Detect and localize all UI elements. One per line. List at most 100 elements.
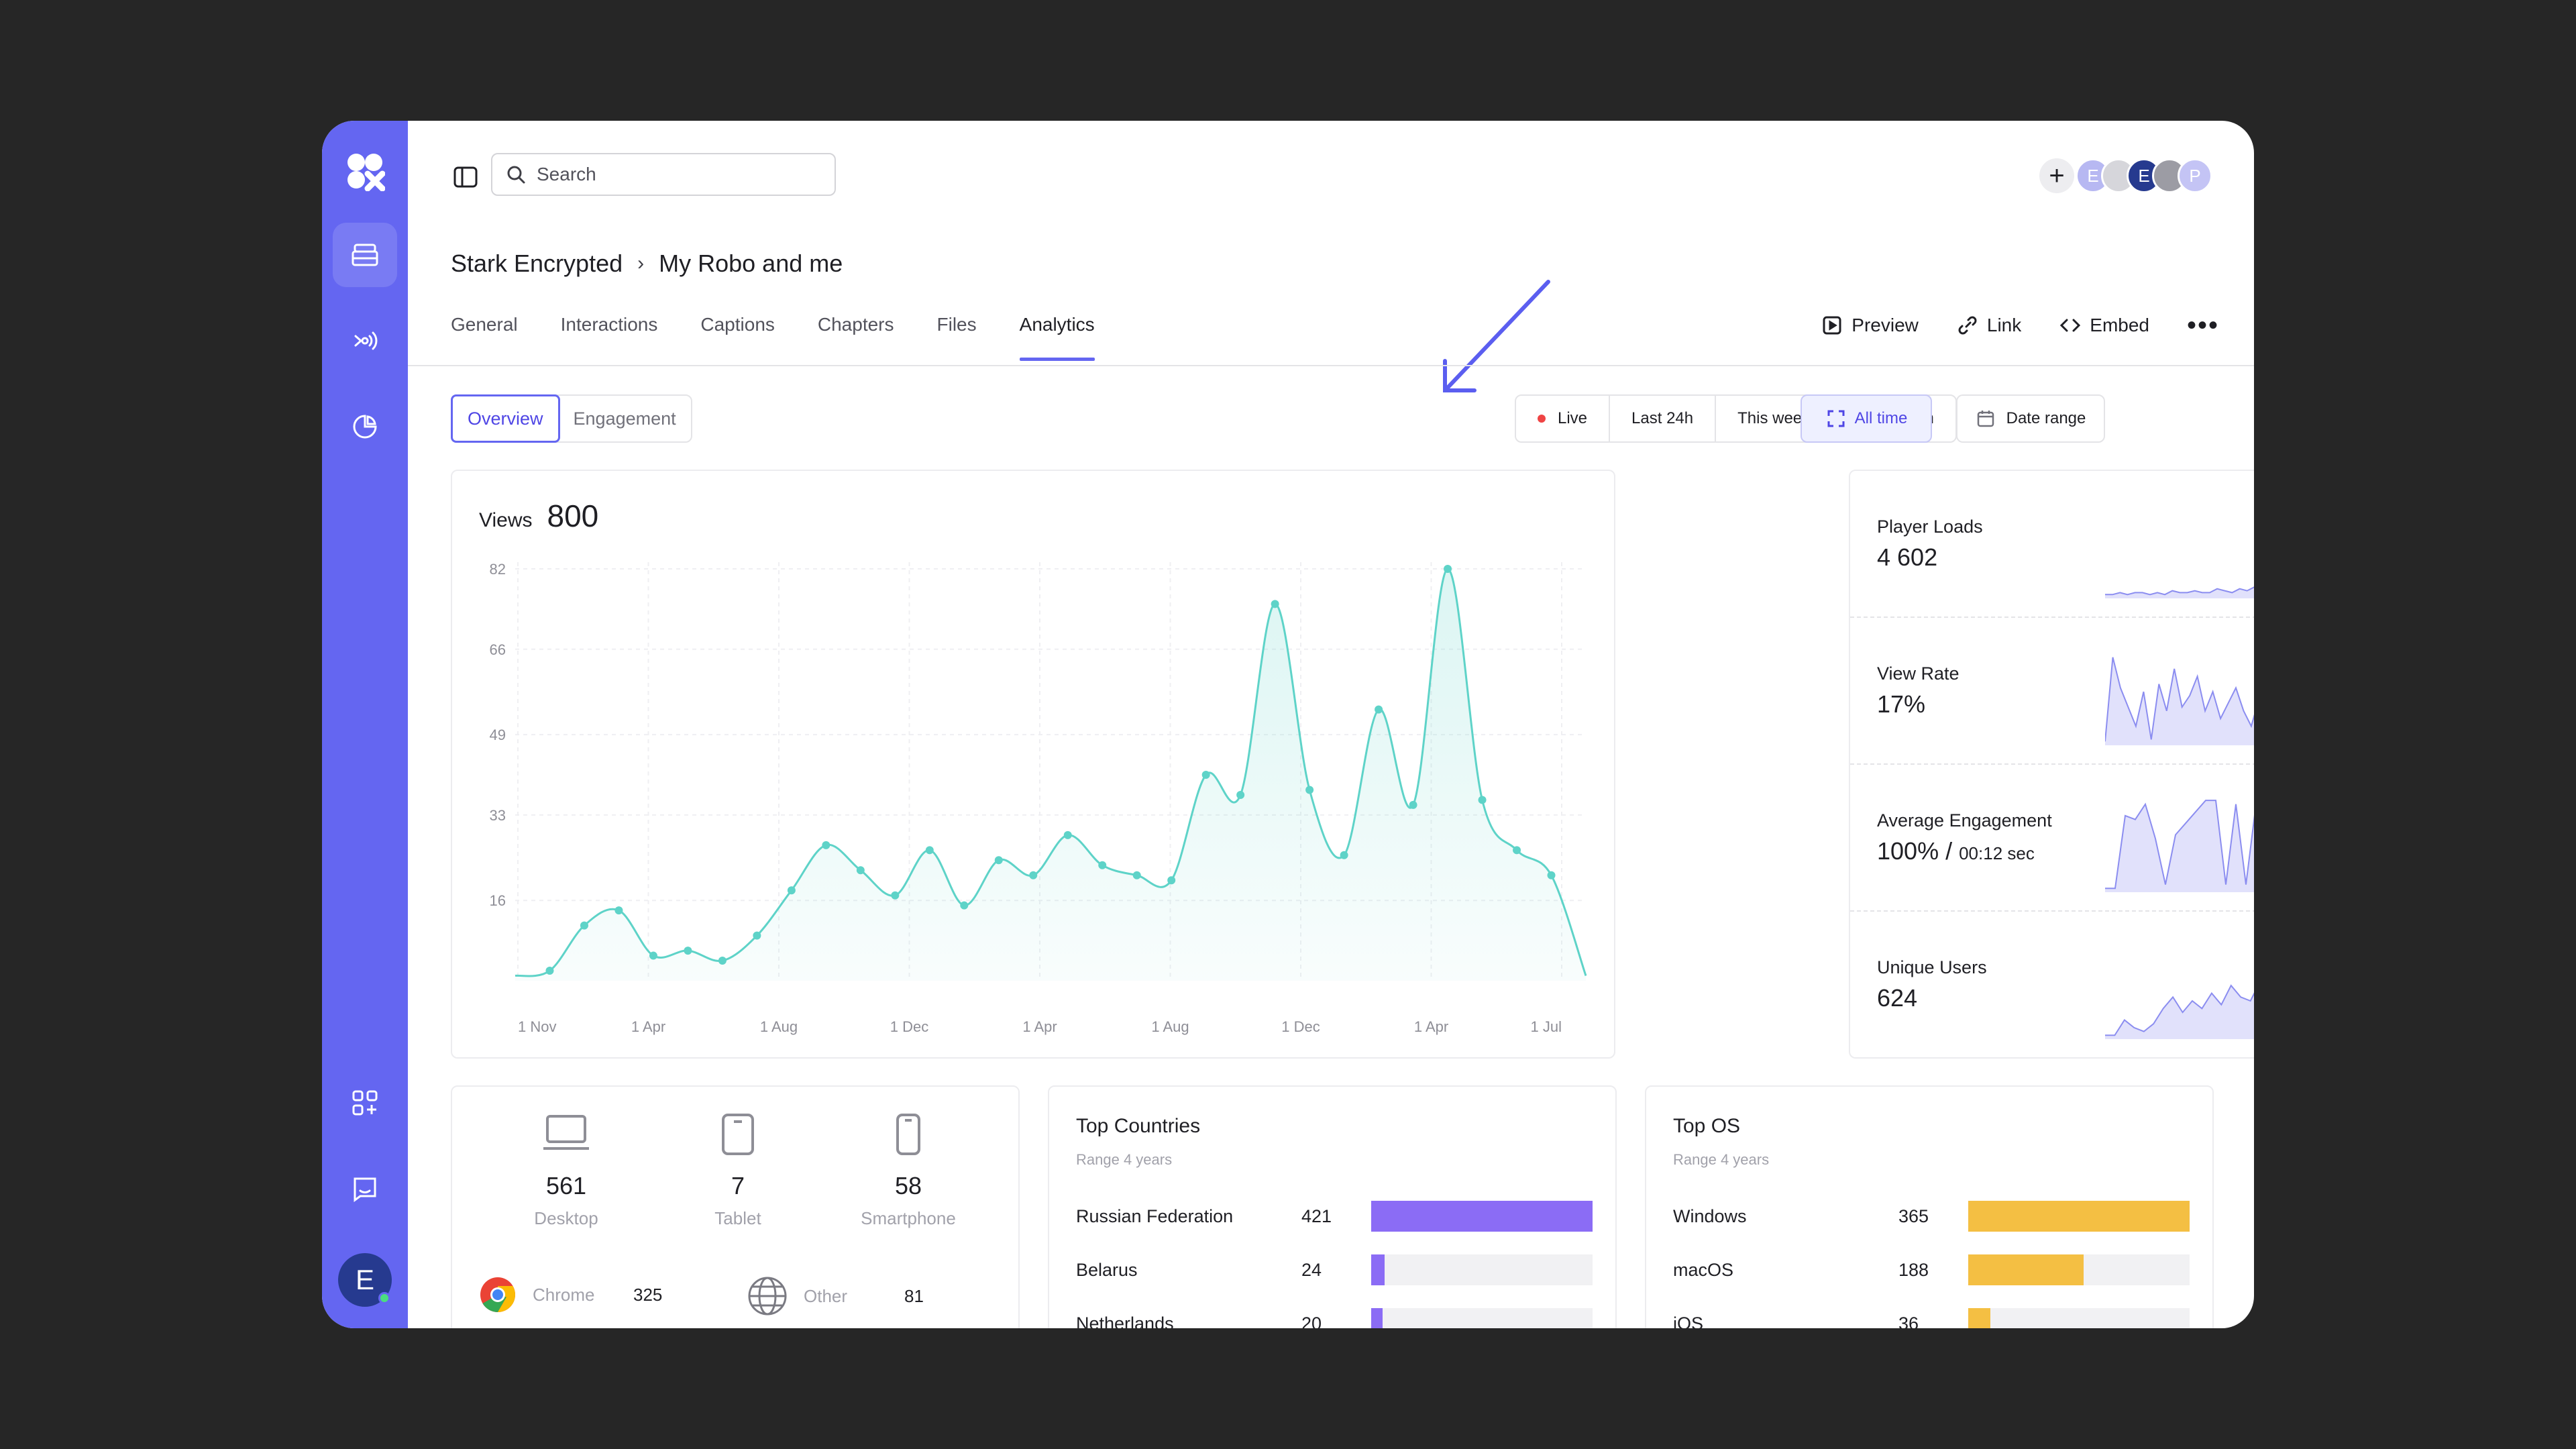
countries-title: Top Countries xyxy=(1076,1115,1201,1137)
video-actions: Preview Link Embed ••• xyxy=(1783,312,2219,339)
tablet-icon xyxy=(722,1114,754,1155)
embed-button[interactable]: Embed xyxy=(2059,314,2149,337)
x-tick-label: 1 Aug xyxy=(1151,1018,1189,1035)
views-point xyxy=(684,947,692,955)
embed-label: Embed xyxy=(2090,315,2149,335)
user-initial: E xyxy=(355,1264,374,1295)
unique-users-sparkline xyxy=(2105,984,2254,1039)
calendar-icon xyxy=(1977,411,1994,427)
metric-average-engagement[interactable]: Average Engagement 100% / 00:12 sec xyxy=(1850,765,2254,912)
expand-icon xyxy=(1827,410,1845,427)
desktop-icon xyxy=(543,1115,589,1150)
range-live[interactable]: Live xyxy=(1516,396,1609,441)
views-point xyxy=(1478,796,1487,804)
views-point xyxy=(925,846,934,855)
x-tick-label: 1 Apr xyxy=(1022,1018,1057,1035)
views-point xyxy=(1375,705,1383,714)
metric-unique-users[interactable]: Unique Users 624 xyxy=(1850,912,2254,1059)
metrics-card: Player Loads 4 602 View Rate 17% Average… xyxy=(1849,470,2254,1059)
collaborator-avatar[interactable]: P xyxy=(2178,158,2212,193)
app-logo-icon[interactable] xyxy=(345,151,385,191)
views-point xyxy=(994,856,1003,865)
sidebar-item-support[interactable] xyxy=(333,1157,397,1221)
views-point xyxy=(960,901,969,910)
subtab-engagement[interactable]: Engagement xyxy=(559,396,691,441)
country-bar-track xyxy=(1371,1308,1593,1328)
metric-player-loads[interactable]: Player Loads 4 602 xyxy=(1850,471,2254,618)
tab-analytics[interactable]: Analytics xyxy=(1019,314,1095,361)
subtab-overview[interactable]: Overview xyxy=(451,394,560,443)
date-range-button[interactable]: Date range xyxy=(1956,394,2105,443)
os-row: iOS 36 xyxy=(1673,1307,2190,1328)
country-row: Belarus 24 xyxy=(1076,1253,1593,1287)
views-point xyxy=(649,951,657,960)
sidebar-item-analytics[interactable] xyxy=(333,394,397,459)
views-point xyxy=(580,921,588,930)
sidebar-item-library[interactable] xyxy=(333,223,397,287)
link-button[interactable]: Link xyxy=(1956,314,2021,337)
os-bar-track xyxy=(1968,1308,2190,1328)
breadcrumb-project[interactable]: Stark Encrypted xyxy=(451,250,623,278)
main-content: Search + E E P Stark Encrypted › My Robo… xyxy=(408,121,2254,1328)
x-tick-label: 1 Apr xyxy=(1414,1018,1448,1035)
country-row: Netherlands 20 xyxy=(1076,1307,1593,1328)
tab-captions[interactable]: Captions xyxy=(700,314,775,361)
metric-value: 100% / 00:12 sec xyxy=(1877,837,2035,865)
browser-other: Other 81 xyxy=(747,1276,924,1316)
user-avatar[interactable]: E xyxy=(338,1253,392,1307)
tab-general[interactable]: General xyxy=(451,314,518,361)
os-bar xyxy=(1968,1254,2084,1285)
sidebar-item-live[interactable] xyxy=(333,309,397,373)
tab-chapters[interactable]: Chapters xyxy=(818,314,894,361)
os-subtitle: Range 4 years xyxy=(1673,1151,1770,1168)
views-point xyxy=(1305,786,1314,794)
device-label: Smartphone xyxy=(861,1208,956,1228)
chrome-icon xyxy=(480,1277,515,1312)
views-point xyxy=(1132,871,1141,879)
os-bar xyxy=(1968,1308,1990,1328)
globe-icon xyxy=(748,1277,787,1316)
views-point xyxy=(1167,876,1176,885)
browser-count: 81 xyxy=(904,1285,924,1306)
more-options-icon[interactable]: ••• xyxy=(2187,312,2219,339)
views-point xyxy=(1236,790,1245,799)
search-input[interactable]: Search xyxy=(491,153,836,196)
y-tick-label: 16 xyxy=(490,892,506,909)
tab-files[interactable]: Files xyxy=(937,314,977,361)
analytics-view-switch: Overview Engagement xyxy=(451,394,692,443)
add-collaborator-button[interactable]: + xyxy=(2039,158,2074,193)
range-last-24h[interactable]: Last 24h xyxy=(1609,396,1715,441)
code-icon xyxy=(2060,319,2081,332)
x-tick-label: 1 Jul xyxy=(1531,1018,1562,1035)
player-loads-sparkline xyxy=(2105,586,2254,598)
x-tick-label: 1 Dec xyxy=(890,1018,928,1035)
annotation-arrow-icon xyxy=(1443,280,1550,392)
device-label: Desktop xyxy=(534,1208,598,1228)
os-title: Top OS xyxy=(1673,1115,1741,1137)
sparkline-area xyxy=(2105,587,2254,598)
preview-label: Preview xyxy=(1851,315,1919,335)
views-point xyxy=(822,841,830,849)
sparkline-area xyxy=(2105,800,2254,892)
x-tick-label: 1 Aug xyxy=(760,1018,798,1035)
sidebar-toggle-icon[interactable] xyxy=(451,162,480,192)
range-all-time[interactable]: All time xyxy=(1801,394,1932,443)
device-desktop: 561 Desktop xyxy=(499,1112,633,1229)
metric-view-rate[interactable]: View Rate 17% xyxy=(1850,618,2254,765)
y-tick-label: 82 xyxy=(490,561,506,578)
search-placeholder: Search xyxy=(537,164,596,184)
views-chart-card: 82 66 49 33 16 1 Nov 1 Apr 1 Aug 1 Dec 1 Apr 1 Aug… xyxy=(451,470,1615,1059)
country-row: Russian Federation 421 xyxy=(1076,1199,1593,1233)
broadcast-icon xyxy=(354,331,378,350)
views-point xyxy=(1513,846,1521,855)
views-header: Views 800 xyxy=(479,498,598,534)
os-row: Windows 365 xyxy=(1673,1199,2190,1233)
collaborators: + E E P xyxy=(2039,158,2212,193)
browser-name: Other xyxy=(804,1285,848,1306)
views-label: Views xyxy=(479,509,533,531)
tab-interactions[interactable]: Interactions xyxy=(561,314,658,361)
preview-button[interactable]: Preview xyxy=(1821,314,1919,337)
apps-add-icon xyxy=(352,1090,378,1116)
sidebar-item-integrations[interactable] xyxy=(333,1071,397,1135)
device-count: 561 xyxy=(545,1172,587,1199)
